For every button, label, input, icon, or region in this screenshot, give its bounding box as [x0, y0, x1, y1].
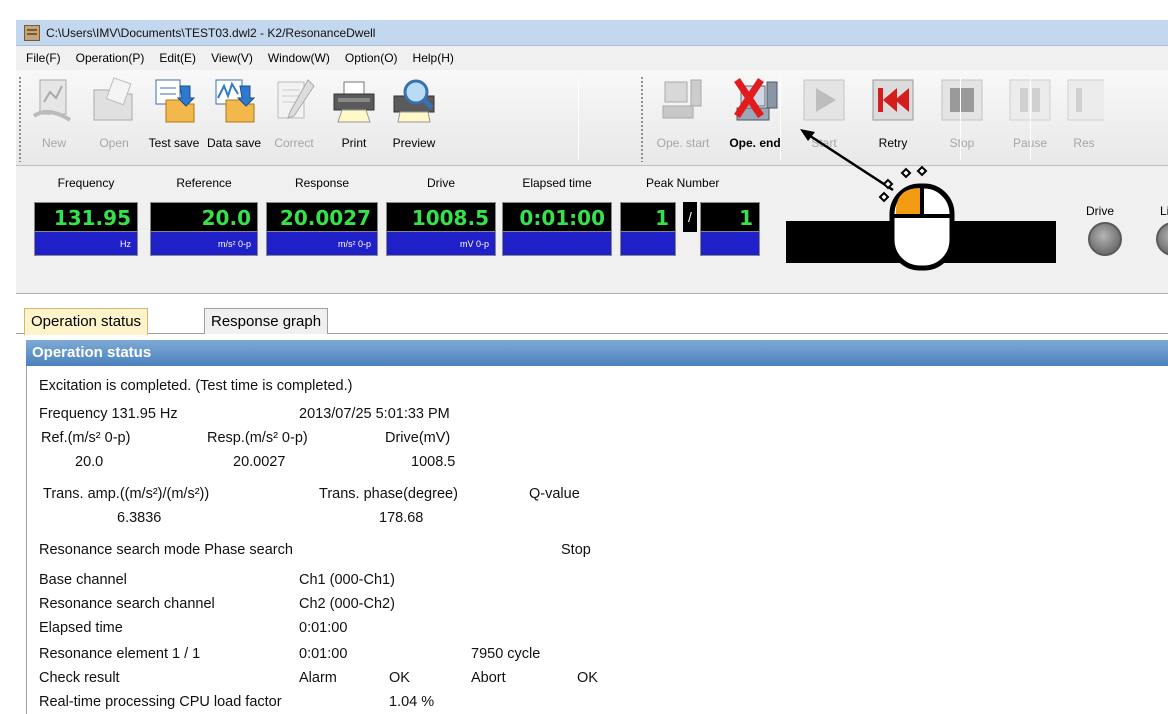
pointer-arrow-head — [800, 129, 815, 141]
click-annotation — [800, 129, 955, 271]
pointer-arrow-line — [803, 130, 894, 192]
mouse-click-icon — [878, 165, 955, 271]
